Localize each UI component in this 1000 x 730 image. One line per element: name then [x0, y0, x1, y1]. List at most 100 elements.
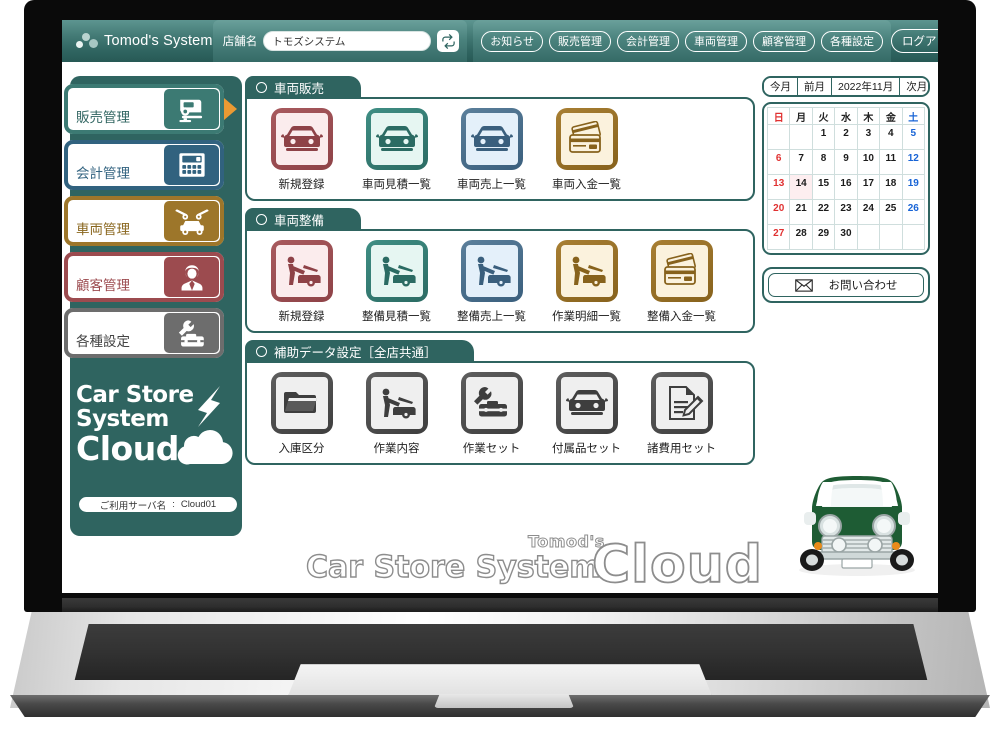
calendar-day[interactable]: 4 [879, 124, 903, 150]
logout-wrap: ログアウト [891, 29, 938, 53]
sidebar-item-accounting[interactable]: 会計管理 [64, 140, 224, 190]
tile-warehouse-category[interactable]: 入庫区分 [257, 372, 346, 456]
calendar-day[interactable]: 8 [811, 149, 836, 175]
logout-button[interactable]: ログアウト [891, 29, 938, 53]
section-auxiliary-data: 補助データ設定［全店共通］ 入庫区分 作業内容 作業セット 付属品セット 諸費用… [245, 340, 755, 465]
credit-cards-icon [568, 121, 601, 153]
calendar-this-month-button[interactable]: 今月 [764, 78, 798, 95]
calendar-day[interactable]: 21 [789, 199, 813, 225]
section-body: 新規登録 [245, 229, 755, 333]
calendar-day[interactable]: 27 [766, 224, 791, 250]
calendar-week-row: 6 7 8 9 10 11 12 [766, 149, 926, 175]
tile-maintenance-payments[interactable]: 整備入金一覧 [637, 240, 726, 324]
calendar-next-month-button[interactable]: 次月 [900, 78, 928, 95]
section-header: 補助データ設定［全店共通］ [245, 340, 474, 362]
calendar-day-today[interactable]: 14 [789, 174, 813, 200]
tile-work-set[interactable]: 作業セット [447, 372, 536, 456]
tile-vehicle-sales-list[interactable]: 車両売上一覧 [447, 108, 536, 192]
calendar-day[interactable] [856, 224, 881, 250]
calendar-day[interactable] [789, 124, 813, 150]
section-header: 車両整備 [245, 208, 362, 230]
calendar-day[interactable]: 5 [901, 124, 926, 150]
tile-accessory-set[interactable]: 付属品セット [542, 372, 631, 456]
tile-work-details[interactable]: 作業明細一覧 [542, 240, 631, 324]
sidebar-item-label: 会計管理 [76, 166, 130, 181]
top-nav: お知らせ 販売管理 会計管理 車両管理 顧客管理 各種設定 [473, 20, 891, 62]
app-body: 販売管理 会計管理 車両管理 顧客管理 各種設定 Car Store Syste… [62, 62, 938, 593]
calendar-day[interactable]: 7 [789, 149, 813, 175]
calendar-day[interactable]: 12 [901, 149, 926, 175]
sidebar-item-label: 車両管理 [76, 222, 130, 237]
wordmark-title: Car Store System [305, 549, 601, 585]
store-block: 店舗名 [212, 20, 468, 62]
calendar-day[interactable] [879, 224, 903, 250]
tile-maintenance-sales-list[interactable]: 整備売上一覧 [447, 240, 536, 324]
nav-button-settings[interactable]: 各種設定 [821, 30, 883, 52]
toolbox-wrench-icon [473, 387, 507, 417]
section-ring-icon [256, 213, 267, 225]
calendar-day[interactable] [766, 124, 791, 150]
bottom-wordmark: Tomod's Car Store System Cloud [292, 530, 763, 594]
calendar-day[interactable] [901, 224, 926, 250]
calendar-day[interactable]: 18 [879, 174, 903, 200]
cloud-shape-icon [177, 430, 233, 465]
tile-label: 新規登録 [278, 311, 325, 323]
calendar-day[interactable]: 22 [811, 199, 836, 225]
calendar-day[interactable]: 9 [834, 149, 858, 175]
tile-new-registration-maintenance[interactable]: 新規登録 [257, 240, 346, 324]
tile-work-content[interactable]: 作業内容 [352, 372, 441, 456]
tile-vehicle-payments[interactable]: 車両入金一覧 [542, 108, 631, 192]
car-front-icon [280, 126, 323, 151]
weekday-fri: 金 [879, 107, 903, 125]
nav-button-customer[interactable]: 顧客管理 [753, 30, 815, 52]
nav-button-accounting[interactable]: 会計管理 [617, 30, 679, 52]
sidebar-item-customer[interactable]: 顧客管理 [64, 252, 224, 302]
logo-dots-icon [76, 32, 98, 50]
calendar-day[interactable]: 11 [879, 149, 903, 175]
refresh-button[interactable] [437, 30, 460, 52]
calendar-day[interactable]: 10 [856, 149, 881, 175]
calendar-day[interactable]: 25 [879, 199, 903, 225]
calendar-day[interactable]: 15 [811, 174, 836, 200]
calendar-day[interactable]: 6 [766, 149, 791, 175]
calendar-day[interactable]: 2 [834, 124, 858, 150]
mechanic-icon [382, 388, 416, 419]
sidebar-item-label: 販売管理 [76, 110, 130, 125]
document-pen-icon [668, 386, 703, 420]
calendar-day[interactable]: 30 [834, 224, 858, 250]
car-front-icon [375, 126, 418, 151]
calendar-day[interactable]: 29 [811, 224, 836, 250]
nav-button-vehicle[interactable]: 車両管理 [685, 30, 747, 52]
sidebar-item-settings[interactable]: 各種設定 [64, 308, 224, 358]
tile-label: 入庫区分 [278, 443, 325, 455]
calendar-day[interactable]: 17 [856, 174, 881, 200]
calendar-day[interactable]: 1 [811, 124, 836, 150]
sidebar-item-sales[interactable]: 販売管理 [64, 84, 237, 134]
tile-label: 諸費用セット [647, 443, 716, 455]
calendar-day[interactable]: 19 [901, 174, 926, 200]
nav-button-oshirase[interactable]: お知らせ [481, 30, 543, 52]
tile-vehicle-quotes[interactable]: 車両見積一覧 [352, 108, 441, 192]
calendar-day[interactable]: 16 [834, 174, 858, 200]
sidebar-item-label: 各種設定 [76, 334, 130, 349]
tile-expense-set[interactable]: 諸費用セット [637, 372, 726, 456]
calendar-day[interactable]: 13 [766, 174, 791, 200]
calendar-week-row: 20 21 22 23 24 25 26 [766, 199, 926, 225]
nav-button-sales[interactable]: 販売管理 [549, 30, 611, 52]
calendar-day[interactable]: 20 [766, 199, 791, 225]
store-name-input[interactable] [263, 31, 432, 51]
calendar-day[interactable]: 3 [856, 124, 881, 150]
calendar-day[interactable]: 26 [901, 199, 926, 225]
tile-maintenance-quotes[interactable]: 整備見積一覧 [352, 240, 441, 324]
calendar-day[interactable]: 23 [834, 199, 858, 225]
wordmark-cloud: Cloud [591, 534, 763, 593]
tile-label: 新規登録 [278, 179, 325, 191]
calendar-day[interactable]: 28 [789, 224, 813, 250]
calendar-day[interactable]: 24 [856, 199, 881, 225]
tile-new-registration-sales[interactable]: 新規登録 [257, 108, 346, 192]
calendar-prev-month-button[interactable]: 前月 [798, 78, 832, 95]
sidebar-item-vehicle[interactable]: 車両管理 [64, 196, 224, 246]
lightning-bolt-icon [198, 386, 220, 427]
tile-label: 車両売上一覧 [457, 179, 526, 191]
contact-button[interactable]: お問い合わせ [768, 273, 924, 297]
